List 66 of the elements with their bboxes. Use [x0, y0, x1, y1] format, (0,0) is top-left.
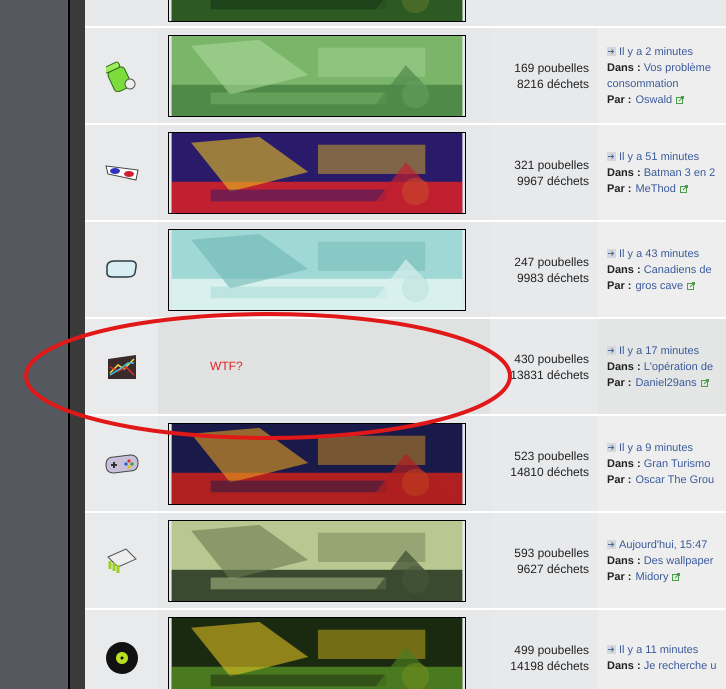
glasses-icon [104, 164, 138, 180]
arrow-icon [607, 47, 616, 56]
forum-stat: 8216 déchets [516, 76, 589, 92]
author-link[interactable]: Oscar The Grou [635, 472, 714, 488]
arrow-icon [607, 540, 616, 549]
external-link-icon[interactable] [680, 184, 688, 192]
by-label: Par : [607, 92, 632, 108]
forum-stat: 499 poubelles [514, 642, 589, 658]
forum-stat: 430 poubelles [514, 350, 589, 366]
forum-link[interactable]: WTF? [210, 356, 243, 374]
forum-stat: 593 poubelles [514, 544, 589, 560]
topic-link[interactable]: Je recherche u [644, 660, 716, 672]
arrow-icon [607, 443, 616, 452]
in-label: Dans : [607, 264, 641, 276]
author-link[interactable]: Midory [635, 568, 668, 584]
forum-stat: 9983 déchets [516, 270, 589, 286]
topic-link[interactable]: L'opération de [644, 360, 714, 372]
topic-link[interactable]: Gran Turismo [644, 458, 710, 470]
topic-link[interactable]: Batman 3 en 2 [644, 166, 716, 178]
author-link[interactable]: Oswald [635, 92, 672, 108]
topic-link[interactable]: Des wallpaper [644, 554, 714, 566]
external-link-icon[interactable] [687, 282, 696, 290]
forum-stat: 247 poubelles [514, 254, 589, 270]
post-time-link[interactable]: Il y a 17 minutes [619, 342, 700, 358]
external-link-icon[interactable] [700, 378, 709, 386]
in-label: Dans : [607, 360, 641, 372]
by-label: Par : [607, 182, 632, 196]
post-time-link[interactable]: Il y a 51 minutes [619, 148, 700, 164]
in-label: Dans : [607, 660, 641, 672]
post-time-link[interactable]: Il y a 11 minutes [619, 642, 698, 658]
by-label: Par : [607, 570, 632, 584]
in-label: Dans : [607, 166, 641, 178]
in-label: Dans : [607, 458, 641, 470]
forum-stat: 13831 déchets [510, 366, 589, 382]
post-time-link[interactable]: Aujourd'hui, 15:47 [619, 536, 708, 552]
forum-stat: 14810 déchets [510, 464, 589, 480]
by-label: Par : [607, 376, 632, 390]
topic-link[interactable]: consommation [607, 76, 726, 92]
author-link[interactable]: gros cave [635, 278, 684, 294]
forum-stat: 14198 déchets [510, 658, 589, 674]
chart-icon [106, 354, 136, 380]
arrow-icon [607, 152, 616, 161]
arrow-icon [607, 346, 616, 355]
post-time-link[interactable]: Il y a 43 minutes [619, 246, 700, 262]
forum-stat: 9967 déchets [516, 172, 589, 188]
gamepad-icon [104, 454, 138, 474]
forum-stat: 169 poubelles [514, 60, 589, 76]
record-icon [104, 640, 138, 674]
arrow-icon [607, 645, 616, 654]
forum-stat: 9627 déchets [516, 560, 589, 576]
arrow-icon [607, 249, 616, 258]
topic-link[interactable]: Vos problème [644, 62, 711, 74]
author-link[interactable]: Daniel29ans [635, 374, 697, 390]
by-label: Par : [607, 278, 632, 294]
author-link[interactable]: MeThod [635, 180, 676, 196]
in-label: Dans : [607, 554, 641, 566]
by-label: Par : [607, 472, 632, 488]
post-time-link[interactable]: Il y a 2 minutes [619, 44, 693, 60]
forum-stat: 321 poubelles [514, 156, 589, 172]
forum-stat: 523 poubelles [514, 448, 589, 464]
external-link-icon[interactable] [672, 572, 680, 580]
external-link-icon[interactable] [676, 96, 684, 104]
jar-icon [106, 60, 138, 92]
in-label: Dans : [607, 62, 641, 74]
post-time-link[interactable]: Il y a 9 minutes [619, 440, 693, 456]
topic-link[interactable]: Canadiens de [644, 264, 712, 276]
